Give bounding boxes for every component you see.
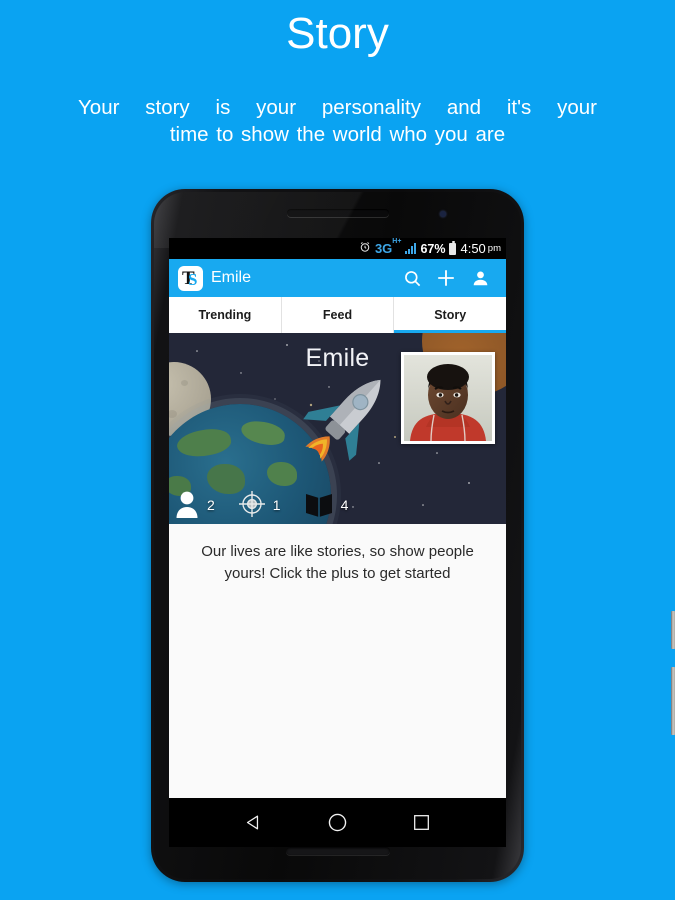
cover-stats: 2 1 4 xyxy=(169,488,506,522)
signal-bars-icon xyxy=(405,243,417,254)
target-icon xyxy=(238,490,265,520)
back-triangle-icon[interactable] xyxy=(242,811,266,835)
stat-followers[interactable]: 2 xyxy=(175,490,215,521)
promo-subtitle-line-1: Your story is your personality and it's … xyxy=(78,96,597,119)
app-bar: T S Emile xyxy=(169,259,506,297)
stat-stories-value: 4 xyxy=(340,497,349,513)
power-button[interactable] xyxy=(671,611,675,649)
search-icon[interactable] xyxy=(395,261,429,295)
empty-state-message: Our lives are like stories, so show peop… xyxy=(201,543,474,582)
stat-stories[interactable]: 4 xyxy=(305,491,349,520)
story-content: Our lives are like stories, so show peop… xyxy=(169,524,506,585)
profile-photo-image xyxy=(404,355,492,441)
plus-icon[interactable] xyxy=(429,261,463,295)
alarm-clock-icon xyxy=(359,241,371,256)
home-circle-icon[interactable] xyxy=(326,811,350,835)
open-book-icon xyxy=(305,491,333,520)
promo-subtitle: Your story is your personality and it's … xyxy=(78,94,597,148)
status-bar-time: 4:50 xyxy=(460,241,486,256)
android-nav-bar xyxy=(169,798,506,847)
person-icon[interactable] xyxy=(463,261,497,295)
app-bar-title: Emile xyxy=(211,269,252,286)
battery-icon xyxy=(449,240,457,255)
recents-square-icon[interactable] xyxy=(410,811,434,835)
phone-mockup: 3GH+ 67% 4:50 pm T S Emile Trending Feed… xyxy=(151,189,675,882)
bottom-speaker-icon xyxy=(285,847,390,855)
person-icon xyxy=(175,490,199,521)
page-title: Story xyxy=(286,9,389,58)
status-bar: 3GH+ 67% 4:50 pm xyxy=(169,238,506,259)
stat-targets[interactable]: 1 xyxy=(238,490,281,520)
stat-followers-value: 2 xyxy=(207,497,215,513)
promo-subtitle-line-2: time to show the world who you are xyxy=(169,123,506,146)
network-type-label: 3GH+ xyxy=(374,238,402,256)
volume-button[interactable] xyxy=(671,667,675,735)
profile-photo[interactable] xyxy=(401,352,495,444)
profile-cover: Emile 2 1 4 xyxy=(169,333,506,524)
earpiece-speaker-icon xyxy=(286,209,389,217)
rocket-icon xyxy=(303,379,381,462)
status-bar-ampm: pm xyxy=(487,243,501,254)
tab-story[interactable]: Story xyxy=(394,297,506,333)
stat-targets-value: 1 xyxy=(272,497,281,513)
tab-bar: Trending Feed Story xyxy=(169,297,506,333)
front-camera-icon xyxy=(440,211,446,217)
app-logo-letter-s: S xyxy=(188,269,198,289)
battery-percent-label: 67% xyxy=(420,241,446,256)
tab-trending[interactable]: Trending xyxy=(169,297,282,333)
phone-screen: 3GH+ 67% 4:50 pm T S Emile Trending Feed… xyxy=(169,238,506,798)
app-logo-icon: T S xyxy=(178,265,203,291)
tab-feed[interactable]: Feed xyxy=(282,297,395,333)
